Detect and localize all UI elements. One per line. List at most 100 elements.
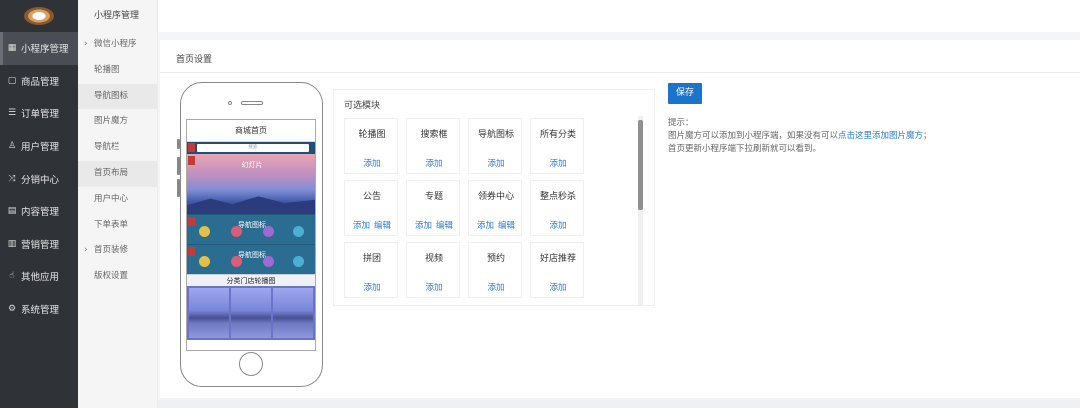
submenu-item-copyright[interactable]: 版权设置 — [78, 264, 157, 290]
sidebar-item-products[interactable]: ▢ 商品管理 — [0, 65, 78, 98]
module-card-nav-icons: 导航图标 添加 — [468, 118, 522, 174]
edit-module-link[interactable]: 编辑 — [436, 221, 453, 231]
preview-search-input: 搜索 — [197, 144, 309, 152]
landscape-image-icon — [189, 288, 229, 338]
nav-circle-icon — [293, 256, 304, 267]
add-module-link[interactable]: 添加 — [549, 283, 566, 293]
submenu-item-image-cube[interactable]: 图片魔方 — [78, 109, 157, 135]
top-bar — [158, 0, 1080, 32]
sidebar-item-miniapp[interactable]: ▦ 小程序管理 — [0, 32, 78, 65]
sidebar-item-marketing[interactable]: ▥ 营销管理 — [0, 228, 78, 261]
sidebar-item-system[interactable]: ⚙ 系统管理 — [0, 293, 78, 326]
screen-title: 商城首页 — [187, 120, 315, 142]
logo-icon — [24, 7, 54, 25]
module-card-carousel: 轮播图 添加 — [344, 118, 398, 174]
add-module-link[interactable]: 添加 — [363, 283, 380, 293]
add-module-link[interactable]: 添加 — [363, 159, 380, 169]
module-card-group-buy: 拼团 添加 — [344, 242, 398, 298]
submenu-item-wechat-miniapp[interactable]: 微信小程序 — [78, 32, 157, 58]
grid-icon: ▦ — [7, 43, 17, 54]
module-name: 好店推荐 — [539, 254, 576, 264]
module-name: 预约 — [486, 254, 505, 264]
submenu-item-user-center[interactable]: 用户中心 — [78, 187, 157, 213]
module-name: 整点秒杀 — [539, 192, 576, 202]
sidebar-item-label: 小程序管理 — [21, 44, 69, 56]
sidebar-item-content[interactable]: ▤ 内容管理 — [0, 195, 78, 228]
submenu-item-home-decoration[interactable]: 首页装修 — [78, 238, 157, 264]
edit-module-link[interactable]: 编辑 — [374, 221, 391, 231]
module-card-video: 视频 添加 — [406, 242, 460, 298]
sidebar-item-apps[interactable]: ☝ 其他应用 — [0, 260, 78, 293]
submenu-title: 小程序管理 — [94, 11, 140, 21]
gear-icon: ⚙ — [7, 304, 17, 315]
nav-circle-icon — [231, 226, 242, 237]
module-name: 专题 — [424, 192, 443, 202]
logo[interactable] — [0, 0, 78, 32]
module-card-search: 搜索框 添加 — [406, 118, 460, 174]
submenu-item-navbar[interactable]: 导航栏 — [78, 135, 157, 161]
sidebar-item-label: 用户管理 — [21, 142, 60, 154]
submenu: 小程序管理 微信小程序 轮播图 导航图标 图片魔方 导航栏 首页布局 用户中心 … — [78, 0, 158, 408]
sidebar-item-orders[interactable]: ☰ 订单管理 — [0, 97, 78, 130]
add-module-link[interactable]: 添加 — [477, 221, 494, 231]
add-module-link[interactable]: 添加 — [425, 159, 442, 169]
preview-carousel-module[interactable]: 幻灯片 — [187, 154, 315, 214]
edit-module-link[interactable]: 编辑 — [498, 221, 515, 231]
list-icon: ☰ — [7, 108, 17, 119]
add-image-cube-link[interactable]: 点击这里添加图片魔方 — [838, 131, 923, 141]
home-settings-panel: 首页设置 商城首页 搜索 幻灯片 导航图标 导航图标 分类门店轮播图 可选模块 … — [160, 40, 1080, 398]
submenu-item-home-layout[interactable]: 首页布局 — [78, 160, 157, 187]
landscape-image-icon — [231, 288, 271, 338]
preview-nav-icons-module[interactable]: 导航图标 — [187, 214, 315, 244]
camera-icon — [228, 101, 232, 105]
landscape-image-icon — [273, 288, 313, 338]
preview-search-module[interactable]: 搜索 — [187, 142, 315, 154]
add-module-link[interactable]: 添加 — [549, 159, 566, 169]
sidebar-item-users[interactable]: ♙ 用户管理 — [0, 130, 78, 163]
delete-tag-icon[interactable] — [188, 143, 195, 152]
sidebar-item-label: 内容管理 — [21, 207, 60, 219]
content-icon: ▤ — [7, 206, 17, 217]
nav-circle-icon — [263, 256, 274, 267]
apps-icon: ☝ — [9, 271, 15, 282]
nav-circle-icon — [263, 226, 274, 237]
submenu-item-nav-icons[interactable]: 导航图标 — [78, 83, 157, 110]
scrollbar-thumb[interactable] — [638, 120, 643, 210]
main-sidebar: ▦ 小程序管理 ▢ 商品管理 ☰ 订单管理 ♙ 用户管理 ⤨ 分销中心 ▤ 内容管理 ▥ 营销… — [0, 0, 78, 408]
add-module-link[interactable]: 添加 — [487, 283, 504, 293]
page-title: 首页设置 — [176, 55, 213, 65]
add-module-link[interactable]: 添加 — [353, 221, 370, 231]
speaker-icon — [241, 101, 263, 105]
add-module-link[interactable]: 添加 — [415, 221, 432, 231]
add-module-link[interactable]: 添加 — [487, 159, 504, 169]
tips-line-1: 图片魔方可以添加到小程序端，如果没有可以点击这里添加图片魔方； — [668, 129, 932, 141]
module-card-topic: 专题 添加 编辑 — [406, 180, 460, 236]
module-card-coupon-center: 领券中心 添加 编辑 — [468, 180, 522, 236]
module-name: 公告 — [362, 192, 381, 202]
save-button[interactable]: 保存 — [668, 83, 702, 104]
footer-bar — [158, 400, 1080, 408]
module-card-notice: 公告 添加 编辑 — [344, 180, 398, 236]
submenu-item-carousel[interactable]: 轮播图 — [78, 58, 157, 84]
module-name: 拼团 — [362, 254, 381, 264]
divider — [160, 72, 1080, 73]
share-icon: ⤨ — [8, 173, 16, 184]
tips-line-2: 首页更新小程序端下拉刷新就可以看到。 — [668, 144, 822, 154]
banner-label: 幻灯片 — [241, 161, 263, 169]
sidebar-item-label: 营销管理 — [21, 239, 60, 251]
preview-category-carousel[interactable] — [187, 286, 315, 340]
preview-nav-icons-module[interactable]: 导航图标 — [187, 244, 315, 274]
module-name: 轮播图 — [358, 130, 386, 140]
module-name: 视频 — [424, 254, 443, 264]
marketing-icon: ▥ — [7, 238, 17, 249]
add-module-link[interactable]: 添加 — [549, 221, 566, 231]
sidebar-item-distribution[interactable]: ⤨ 分销中心 — [0, 162, 78, 195]
module-name: 所有分类 — [539, 130, 576, 140]
nav-circle-icon — [231, 256, 242, 267]
user-icon: ♙ — [7, 141, 17, 152]
submenu-item-order-form[interactable]: 下单表单 — [78, 213, 157, 239]
nav-circle-icon — [199, 226, 210, 237]
preview-category-label: 分类门店轮播图 — [187, 274, 315, 286]
module-card-appointment: 预约 添加 — [468, 242, 522, 298]
add-module-link[interactable]: 添加 — [425, 283, 442, 293]
